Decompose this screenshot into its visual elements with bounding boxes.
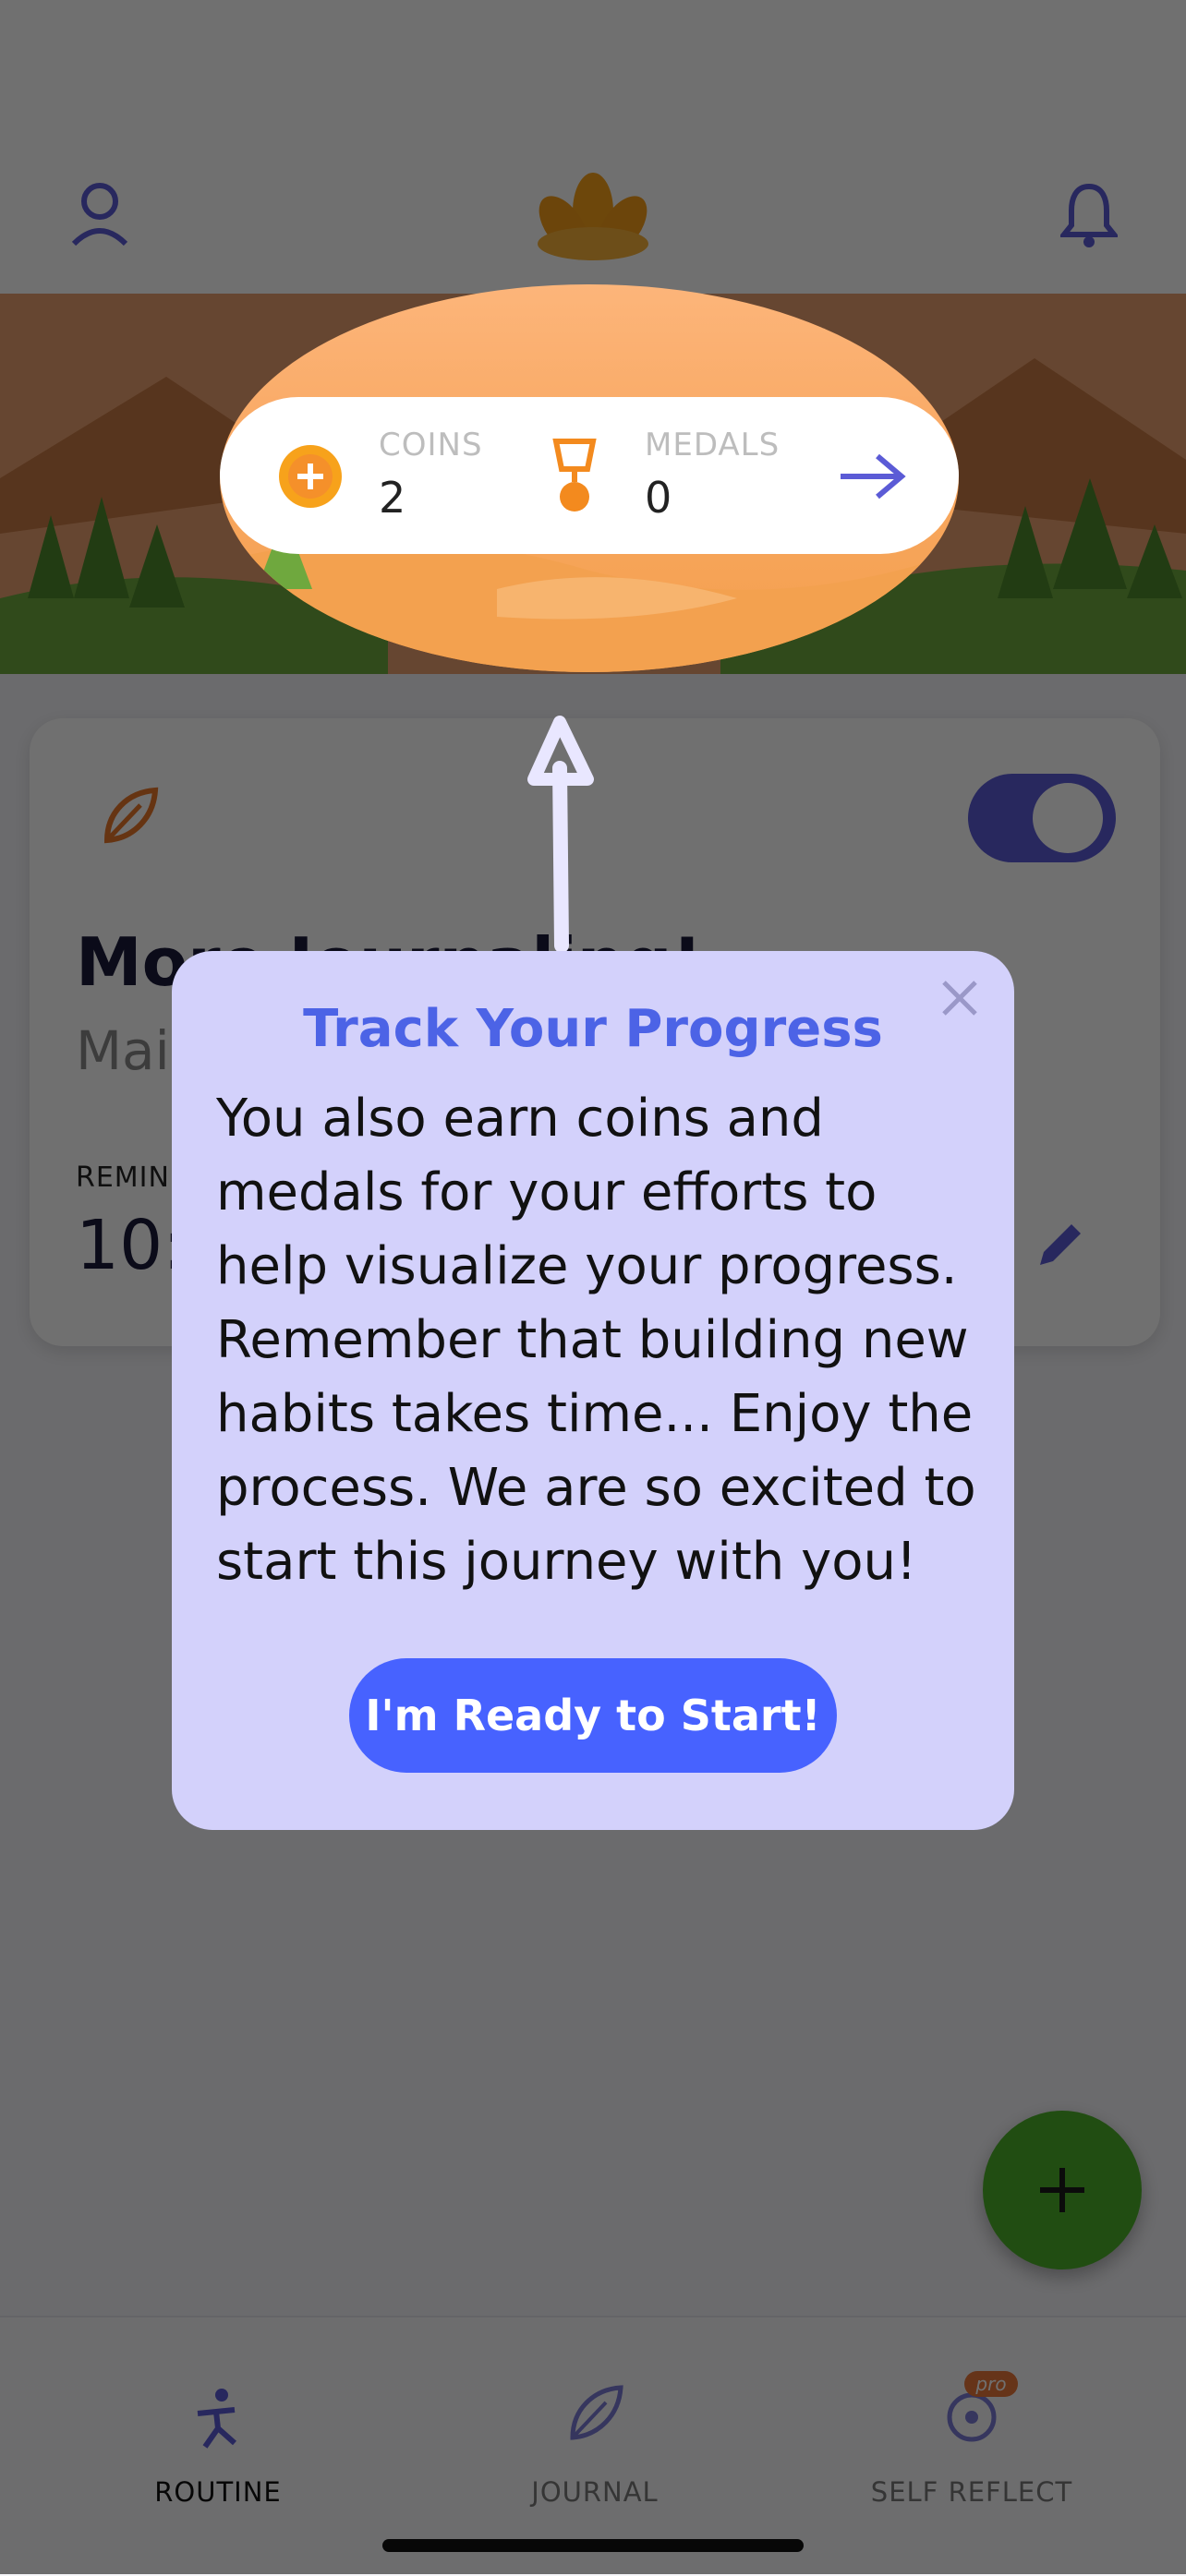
coins-label: COINS	[379, 427, 483, 463]
coins-value: 2	[379, 473, 406, 523]
nav-self-reflect[interactable]: SELF REFLECT	[833, 2476, 1110, 2508]
ready-to-start-button[interactable]: I'm Ready to Start!	[349, 1658, 837, 1773]
profile-icon[interactable]	[70, 181, 129, 247]
pointer-arrow-icon	[523, 713, 600, 953]
routine-figure-icon[interactable]	[188, 2388, 248, 2450]
bell-icon[interactable]	[1058, 181, 1120, 249]
add-fab-button[interactable]	[983, 2111, 1142, 2269]
home-indicator	[382, 2539, 804, 2552]
edit-pencil-icon[interactable]	[1033, 1217, 1088, 1272]
toggle-knob	[1033, 783, 1103, 853]
pro-badge: pro	[964, 2371, 1018, 2397]
medals-value: 0	[645, 473, 672, 523]
nav-routine[interactable]: ROUTINE	[79, 2476, 357, 2508]
reminder-label: REMIN	[76, 1162, 170, 1194]
bottom-nav	[0, 2316, 1186, 2576]
medal-icon	[551, 438, 599, 515]
lotus-logo-icon	[528, 170, 658, 262]
medals-label: MEDALS	[645, 427, 781, 463]
popup-body: You also earn coins and medals for your …	[216, 1089, 976, 1592]
leaf-icon	[100, 785, 161, 846]
coin-icon	[277, 443, 344, 510]
popup-title: Track Your Progress	[303, 999, 883, 1059]
nav-journal[interactable]: JOURNAL	[456, 2476, 733, 2508]
journal-leaf-icon[interactable]	[567, 2384, 626, 2443]
arrow-right-icon[interactable]	[837, 449, 907, 504]
